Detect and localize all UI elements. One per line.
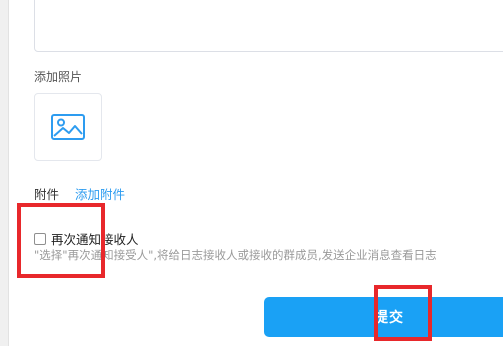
log-content-textarea[interactable] bbox=[34, 0, 503, 52]
add-attachment-link[interactable]: 添加附件 bbox=[75, 187, 125, 202]
attachment-label: 附件 bbox=[34, 187, 60, 202]
add-photo-label: 添加照片 bbox=[34, 70, 83, 84]
image-icon bbox=[51, 114, 85, 140]
add-photo-button[interactable] bbox=[34, 93, 102, 161]
highlight-box-submit bbox=[374, 285, 432, 341]
attachment-row: 附件 添加附件 bbox=[34, 184, 125, 203]
highlight-box-checkbox bbox=[17, 203, 105, 278]
left-scrollbar[interactable] bbox=[0, 0, 9, 346]
